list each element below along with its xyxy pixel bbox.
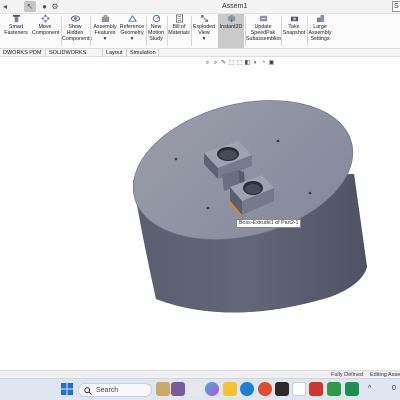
search-input[interactable]: S <box>392 1 400 12</box>
motion-icon <box>152 14 160 23</box>
exploded-view-button[interactable]: Exploded View ▾ <box>192 14 216 48</box>
title-bar: ◂ ↖ ● ⚙ Assem1 S <box>0 0 400 14</box>
geometry-icon <box>127 14 137 22</box>
tab-layout[interactable]: Layout <box>103 49 127 57</box>
feature-tooltip: Boss-Extrude1 of Part2-1 <box>236 219 302 228</box>
taskbar-search-box[interactable]: Search <box>78 383 152 397</box>
app-icon[interactable] <box>292 382 306 396</box>
widgets-icon[interactable] <box>156 382 170 396</box>
quick-access-arrow[interactable]: ◂ <box>2 1 8 12</box>
explode-icon <box>200 14 208 23</box>
take-snapshot-label: Take Snapshot <box>282 24 306 36</box>
update-speedpak-label: Update SpeedPak Subassemblies <box>246 24 282 42</box>
new-motion-study-button[interactable]: New Motion Study <box>146 14 166 48</box>
windows-start-icon[interactable] <box>60 382 74 396</box>
solidworks-taskbar-icon[interactable] <box>309 382 323 396</box>
update-speedpak-button[interactable]: Update SpeedPak Subassemblies <box>246 14 282 48</box>
bom-icon <box>175 14 183 23</box>
assembly-features-button[interactable]: Assembly Features ▾ <box>92 14 118 48</box>
eye-icon <box>70 15 80 22</box>
assembly-model[interactable] <box>0 57 400 370</box>
app-icon[interactable] <box>171 382 185 396</box>
reference-geometry-label: Reference Geometry ▾ <box>119 24 145 42</box>
bill-of-materials-label: Bill of Materials <box>168 24 190 36</box>
large-assembly-settings-button[interactable]: Large Assembly Settings <box>308 14 332 48</box>
command-tabs: DWORKS PDM SOLIDWORKS CAM Layout Simulat… <box>0 48 400 64</box>
search-icon <box>84 387 92 395</box>
taskbar-search-placeholder: Search <box>96 387 119 394</box>
exploded-view-label: Exploded View ▾ <box>192 24 216 42</box>
tray-chevron-icon[interactable]: ^ <box>368 384 371 394</box>
windows-taskbar: Search ^ 0 <box>0 378 400 400</box>
graphics-viewport[interactable]: ⌕ ⌕ ✎ ⬚ ⬚ ◧ ◐ ◔ ▣ Boss-Extrude1 of Part2… <box>0 57 400 370</box>
bill-of-materials-button[interactable]: Bill of Materials <box>168 14 190 48</box>
smart-fasteners-label: Smart Fasteners <box>4 24 28 36</box>
copilot-icon[interactable] <box>205 382 219 396</box>
tab-solidworks-cam[interactable]: SOLIDWORKS CAM <box>46 49 103 64</box>
status-bar: Fully Defined Editing Asse <box>0 370 400 378</box>
store-icon[interactable] <box>275 382 289 396</box>
move-icon <box>40 14 50 23</box>
features-icon <box>101 14 109 23</box>
assembly-features-label: Assembly Features ▾ <box>93 24 117 42</box>
window-title: Assem1 <box>222 3 248 10</box>
command-manager-ribbon: Smart Fasteners Move Component Show Hidd… <box>0 14 400 48</box>
file-explorer-icon[interactable] <box>223 382 237 396</box>
bolt-icon <box>12 14 20 23</box>
ribbon-separator <box>90 16 91 46</box>
chrome-browser-icon[interactable] <box>258 382 272 396</box>
task-view-icon[interactable] <box>188 382 202 396</box>
reference-geometry-button[interactable]: Reference Geometry ▾ <box>119 14 145 48</box>
show-hidden-components-button[interactable]: Show Hidden Components <box>62 14 93 48</box>
tab-pdm[interactable]: DWORKS PDM <box>0 49 46 57</box>
appearance-icon[interactable]: ● <box>41 1 48 12</box>
instant3d-label: Instant3D <box>219 24 243 30</box>
edge-browser-icon[interactable] <box>240 382 254 396</box>
new-motion-study-label: New Motion Study <box>148 24 164 42</box>
move-component-button[interactable]: Move Component <box>32 14 60 48</box>
speedpak-icon <box>259 15 267 22</box>
camera-icon <box>290 16 298 22</box>
select-cursor-icon[interactable]: ↖ <box>24 1 36 12</box>
tab-simulation[interactable]: Simulation <box>127 49 159 57</box>
smart-fasteners-button[interactable]: Smart Fasteners <box>3 14 29 48</box>
large-assembly-icon <box>316 14 324 23</box>
instant3d-icon <box>227 14 235 23</box>
move-component-label: Move Component <box>32 24 60 36</box>
app-icon[interactable] <box>345 382 359 396</box>
options-gear-icon[interactable]: ⚙ <box>51 1 59 12</box>
take-snapshot-button[interactable]: Take Snapshot <box>282 14 306 48</box>
taskbar-clock[interactable]: 0 <box>392 384 396 394</box>
show-hidden-components-label: Show Hidden Components <box>62 24 93 42</box>
instant3d-button[interactable]: Instant3D <box>218 14 244 48</box>
large-assembly-settings-label: Large Assembly Settings <box>308 24 332 42</box>
excel-icon[interactable] <box>327 382 341 396</box>
